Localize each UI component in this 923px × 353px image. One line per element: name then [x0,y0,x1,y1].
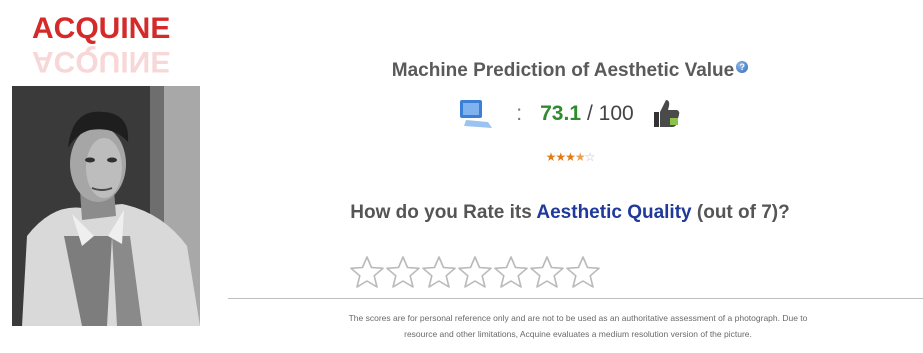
logo-reflection: ACQUINE [32,45,171,78]
rating-star-7[interactable] [565,255,601,289]
score-max: / 100 [587,102,634,125]
rating-star-1[interactable] [349,255,385,289]
question-highlight: Aesthetic Quality [536,202,692,223]
rating-star-2[interactable] [385,255,421,289]
user-rating-stars [230,255,720,289]
disclaimer: The scores are for personal reference on… [228,310,923,342]
disclaimer-line-1: The scores are for personal reference on… [348,313,808,323]
question-prefix: How do you Rate its [350,202,537,223]
rating-star-3[interactable] [421,255,457,289]
rating-star-4[interactable] [457,255,493,289]
thumbs-up-icon[interactable] [652,98,682,130]
portrait-image [12,86,200,326]
logo-text: ACQUINE [32,12,171,45]
page-title: Machine Prediction of Aesthetic Value? [230,60,910,82]
disclaimer-line-2: resource and other limitations, Acquine … [404,329,752,339]
divider [228,298,923,299]
monitor-icon [460,100,493,128]
empty-star: ☆ [584,150,596,164]
score-value: 73.1 [540,102,581,125]
question-suffix: (out of 7)? [691,202,790,223]
machine-star-rating: ★★★★☆ [230,150,910,164]
score-separator: : [516,102,523,125]
rating-star-5[interactable] [493,255,529,289]
rating-star-6[interactable] [529,255,565,289]
machine-score: : 73.1 / 100 [230,96,910,132]
help-icon[interactable]: ? [736,61,749,73]
logo[interactable]: ACQUINE ACQUINE [20,6,200,78]
heading-text: Machine Prediction of Aesthetic Value [391,60,735,81]
half-star: ★ [574,150,586,164]
rating-question: How do you Rate its Aesthetic Quality (o… [230,202,910,224]
portrait-photo [12,86,200,326]
filled-stars: ★★★ [545,150,576,164]
